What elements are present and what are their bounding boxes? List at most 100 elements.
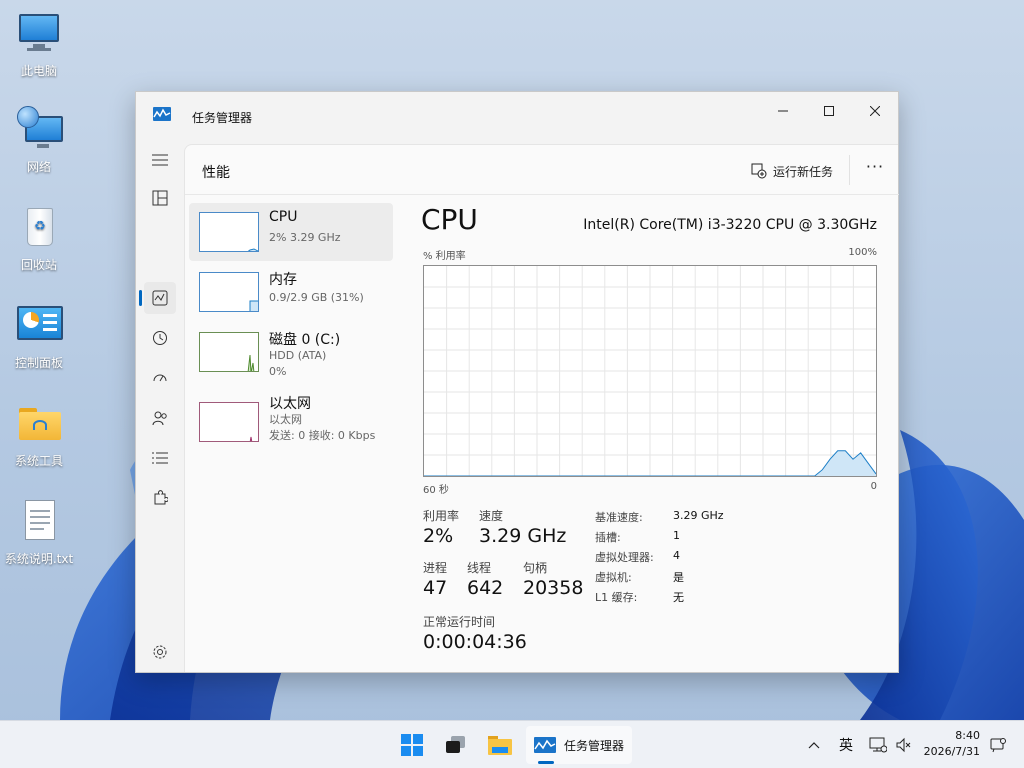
task-view-button[interactable] (438, 726, 474, 764)
resource-item-memory[interactable]: 内存 0.9/2.9 GB (31%) (189, 263, 393, 321)
base-speed-value: 3.29 GHz (673, 509, 724, 522)
resource-detail-usage: 0% (269, 365, 287, 378)
clock-time[interactable]: 8:40 (926, 729, 980, 742)
sockets-value: 1 (673, 529, 680, 542)
startup-speedometer-icon (153, 374, 167, 382)
minimize-icon (778, 110, 788, 112)
cpu-utilization-graph (423, 265, 877, 477)
nav-app-history[interactable] (144, 322, 176, 354)
task-manager-taskbar-icon (533, 737, 556, 753)
uptime-value: 0:00:04:36 (423, 631, 527, 653)
resource-name: 磁盘 0 (C:) (269, 332, 341, 348)
nav-users[interactable] (144, 402, 176, 434)
desktop-icon-label: 此电脑 (20, 64, 57, 78)
run-new-task-label: 运行新任务 (773, 164, 834, 179)
file-explorer-icon (488, 736, 512, 755)
nav-details[interactable] (144, 442, 176, 474)
volume-button[interactable] (892, 726, 916, 764)
desktop-icon-recycle-bin[interactable]: ♻ 回收站 (4, 204, 74, 273)
resource-name: 内存 (269, 272, 297, 288)
graph-y-label: % 利用率 (423, 251, 466, 262)
title-bar[interactable]: 任务管理器 (136, 92, 898, 125)
input-method-button[interactable]: 英 (834, 726, 858, 764)
minimize-button[interactable] (760, 96, 806, 126)
speed-label: 速度 (479, 509, 504, 523)
file-explorer-button[interactable] (482, 726, 518, 764)
handles-value: 20358 (523, 577, 584, 599)
cpu-mini-graph (199, 212, 259, 252)
notifications-button[interactable] (986, 726, 1010, 764)
maximize-button[interactable] (806, 96, 852, 126)
desktop-icon-label: 网络 (26, 160, 51, 174)
nav-startup-apps[interactable] (144, 362, 176, 394)
network-status-button[interactable] (866, 726, 890, 764)
l1-cache-label: L1 缓存: (595, 591, 638, 604)
folder-icon (15, 400, 63, 448)
close-icon (870, 106, 880, 116)
windows-logo-icon (401, 734, 423, 756)
taskbar-task-manager[interactable]: 任务管理器 (526, 726, 632, 764)
clock-date[interactable]: 2026/7/31 (920, 745, 980, 758)
page-header: 性能 运行新任务 ··· (185, 145, 899, 195)
menu-button[interactable] (144, 144, 176, 176)
cpu-model-name: Intel(R) Core(TM) i3-3220 CPU @ 3.30GHz (583, 217, 877, 233)
active-nav-indicator (139, 290, 142, 306)
desktop-icon-computer[interactable]: 此电脑 (4, 10, 74, 79)
graph-x-right-label: 0 (870, 481, 877, 492)
page-title: 性能 (202, 165, 230, 181)
more-options-button[interactable]: ··· (863, 157, 887, 181)
desktop-icon-network[interactable]: 网络 (4, 106, 74, 175)
desktop-icon-control-panel[interactable]: 控制面板 (4, 302, 74, 371)
start-button[interactable] (394, 726, 430, 764)
task-manager-window: 任务管理器 性能 运行新任务 ··· CPU 2% 3.29 GHz 内存 0.… (135, 91, 899, 673)
nav-performance[interactable] (144, 282, 176, 314)
threads-value: 642 (467, 577, 504, 599)
resource-item-ethernet[interactable]: 以太网 以太网 发送: 0 接收: 0 Kbps (189, 393, 393, 451)
resource-detail: 以太网 (269, 413, 302, 426)
task-manager-logo-icon (153, 106, 171, 121)
text-file-icon (15, 498, 63, 546)
resource-detail: 0.9/2.9 GB (31%) (269, 291, 364, 304)
speed-value: 3.29 GHz (479, 525, 567, 547)
resource-item-cpu[interactable]: CPU 2% 3.29 GHz (189, 203, 393, 261)
users-icon (152, 411, 167, 426)
close-button[interactable] (852, 96, 898, 126)
maximize-icon (824, 106, 834, 116)
threads-label: 线程 (467, 561, 492, 575)
processes-label: 进程 (423, 561, 448, 575)
control-panel-icon (15, 302, 63, 350)
resource-item-disk[interactable]: 磁盘 0 (C:) HDD (ATA) 0% (189, 323, 393, 381)
desktop-icon-label: 系统工具 (14, 454, 63, 468)
desktop-icon-readme[interactable]: 系统说明.txt (4, 498, 74, 567)
processes-value: 47 (423, 577, 448, 599)
active-app-indicator (538, 761, 554, 764)
chevron-up-icon (808, 742, 820, 749)
nav-processes[interactable] (144, 182, 176, 214)
run-new-task-button[interactable]: 运行新任务 (751, 159, 833, 183)
details-list-icon (152, 452, 168, 464)
resource-detail: HDD (ATA) (269, 349, 327, 362)
network-icon (15, 106, 63, 154)
virtual-processors-value: 4 (673, 549, 680, 562)
disk-mini-graph (199, 332, 259, 372)
desktop-icon-system-tools[interactable]: 系统工具 (4, 400, 74, 469)
uptime-label: 正常运行时间 (423, 615, 496, 629)
ethernet-mini-graph (199, 402, 259, 442)
history-icon (153, 331, 167, 345)
header-divider (849, 155, 850, 185)
sockets-label: 插槽: (595, 531, 621, 544)
show-hidden-icons-button[interactable] (802, 726, 826, 764)
memory-mini-graph (199, 272, 259, 312)
processes-icon (152, 190, 168, 206)
base-speed-label: 基准速度: (595, 511, 643, 524)
main-content: 性能 运行新任务 ··· CPU 2% 3.29 GHz 内存 0.9/2.9 … (184, 144, 899, 672)
virtual-processors-label: 虚拟处理器: (595, 551, 654, 564)
window-title: 任务管理器 (192, 111, 253, 125)
resource-detail-throughput: 发送: 0 接收: 0 Kbps (269, 429, 376, 442)
settings-button[interactable] (144, 636, 176, 668)
nav-services[interactable] (144, 482, 176, 514)
task-view-icon (446, 736, 465, 753)
utilization-label: 利用率 (423, 509, 460, 523)
side-navigation (136, 144, 184, 674)
virtual-machine-label: 虚拟机: (595, 571, 632, 584)
